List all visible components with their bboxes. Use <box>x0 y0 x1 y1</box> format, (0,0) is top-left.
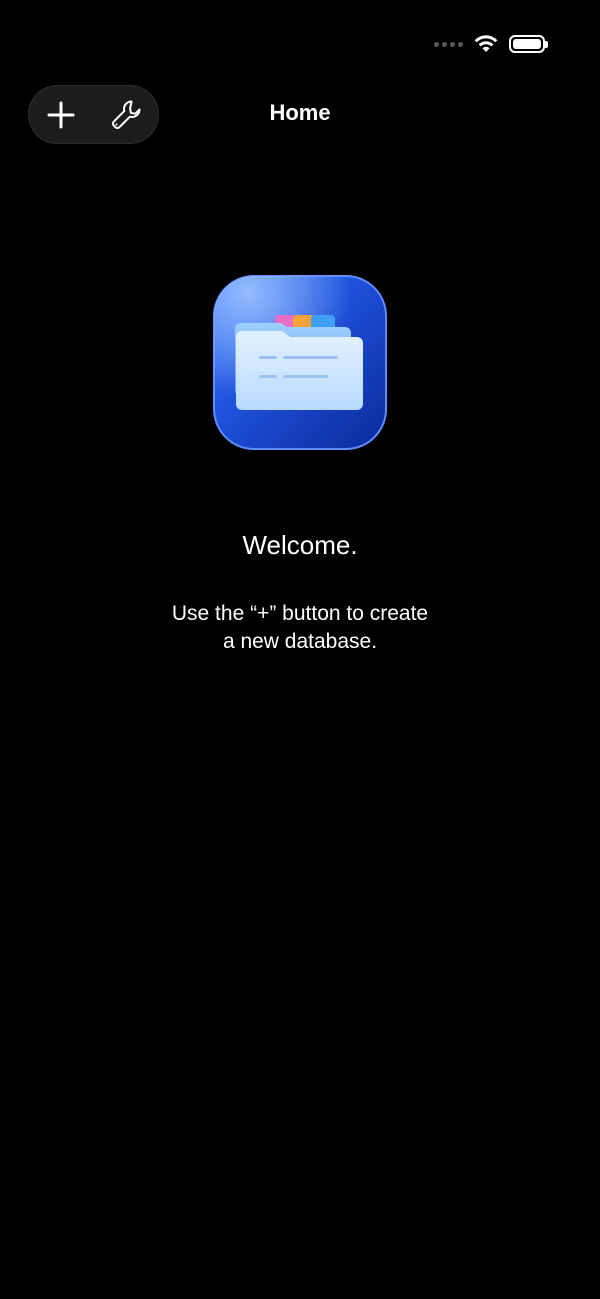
welcome-title: Welcome. <box>242 530 358 560</box>
signal-dots-icon <box>434 41 463 47</box>
welcome-line-1: Use the “+” button to create <box>171 602 429 625</box>
folder-database-icon <box>213 275 387 450</box>
wifi-icon <box>473 34 499 54</box>
home-screen: Home Welcome. Use the “+” button to crea… <box>0 0 600 1299</box>
welcome-line-2: a new database. <box>222 630 378 653</box>
battery-fill <box>513 39 541 49</box>
status-bar <box>434 30 548 58</box>
welcome-message: Use the “+” button to create a new datab… <box>100 600 500 656</box>
battery-icon <box>509 35 548 53</box>
page-title: Home <box>269 100 331 125</box>
